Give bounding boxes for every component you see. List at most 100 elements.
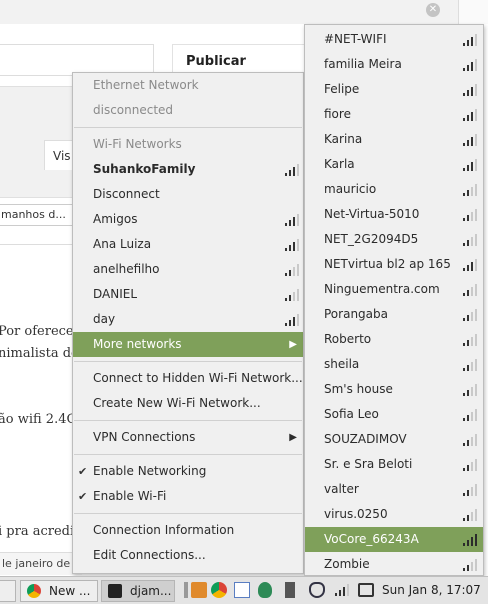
enable-networking-item[interactable]: ✔ Enable Networking <box>73 459 303 484</box>
enable-wifi-label: Enable Wi-Fi <box>93 489 167 503</box>
network-item[interactable]: Ana Luiza <box>73 232 303 257</box>
format-select[interactable]: manhos d... <box>0 204 78 226</box>
connect-hidden-item[interactable]: Connect to Hidden Wi-Fi Network... <box>73 366 303 391</box>
signal-icon <box>285 164 299 176</box>
network-menu: Ethernet Network disconnected Wi-Fi Netw… <box>72 72 304 574</box>
network-item[interactable]: familia Meira <box>305 52 483 77</box>
network-name: SOUZADIMOV <box>324 432 407 446</box>
checkmark-icon: ✔ <box>78 490 88 503</box>
bluetooth-icon[interactable] <box>258 582 272 598</box>
more-networks-label: More networks <box>93 337 182 351</box>
network-name: anelhefilho <box>93 262 160 276</box>
menu-separator <box>74 420 302 421</box>
network-item[interactable]: Amigos <box>73 207 303 232</box>
network-item[interactable]: day <box>73 307 303 332</box>
more-networks-item[interactable]: More networks ▶ <box>73 332 303 357</box>
editor-footer: le janeiro de 2 <box>0 552 82 575</box>
clock[interactable]: Sun Jan 8, 17:07 <box>382 577 481 605</box>
battery-icon[interactable] <box>358 583 374 597</box>
network-name: mauricio <box>324 182 377 196</box>
signal-icon <box>463 434 477 446</box>
network-item[interactable]: DANIEL <box>73 282 303 307</box>
edit-connections-item[interactable]: Edit Connections... <box>73 543 303 568</box>
connected-network-item[interactable]: SuhankoFamily <box>73 157 303 182</box>
network-item[interactable]: anelhefilho <box>73 257 303 282</box>
taskbar-item-browser[interactable]: New ... <box>20 580 98 602</box>
network-name: Karina <box>324 132 363 146</box>
shield-icon[interactable] <box>309 582 325 598</box>
signal-icon <box>463 159 477 171</box>
network-item[interactable]: virus.0250 <box>305 502 483 527</box>
network-signal-icon[interactable] <box>334 582 350 598</box>
dropbox-icon[interactable] <box>234 582 250 598</box>
signal-icon <box>463 59 477 71</box>
photo-app-icon[interactable] <box>191 582 207 598</box>
taskbar-item-label: djam... <box>130 584 172 598</box>
checkmark-icon: ✔ <box>78 465 88 478</box>
network-item[interactable]: fiore <box>305 102 483 127</box>
body-text-line: i pra acredit <box>0 524 80 539</box>
network-item[interactable]: Karina <box>305 127 483 152</box>
network-item[interactable]: SOUZADIMOV <box>305 427 483 452</box>
network-item[interactable]: Zombie <box>305 552 483 577</box>
network-name: valter <box>324 482 359 496</box>
network-item[interactable]: VoCore_66243A <box>305 527 483 552</box>
publish-heading: Publicar <box>186 54 246 69</box>
body-text-line: Por oferecer <box>0 324 80 339</box>
network-item[interactable]: Sm's house <box>305 377 483 402</box>
signal-icon <box>463 459 477 471</box>
network-item[interactable]: Sofia Leo <box>305 402 483 427</box>
network-item[interactable]: Roberto <box>305 327 483 352</box>
divider <box>0 244 76 245</box>
network-name: VoCore_66243A <box>324 532 419 546</box>
signal-icon <box>463 184 477 196</box>
chrome-icon[interactable] <box>211 582 227 598</box>
network-name: Ana Luiza <box>93 237 152 251</box>
usb-icon[interactable] <box>285 582 295 598</box>
signal-icon <box>463 509 477 521</box>
network-name: Sr. e Sra Beloti <box>324 457 413 471</box>
network-name: sheila <box>324 357 360 371</box>
network-item[interactable]: sheila <box>305 352 483 377</box>
enable-wifi-item[interactable]: ✔ Enable Wi-Fi <box>73 484 303 509</box>
connection-info-item[interactable]: Connection Information <box>73 518 303 543</box>
disconnect-item[interactable]: Disconnect <box>73 182 303 207</box>
signal-icon <box>463 109 477 121</box>
menu-separator <box>74 361 302 362</box>
close-icon[interactable]: ✕ <box>426 3 440 17</box>
signal-icon <box>463 84 477 96</box>
network-name: familia Meira <box>324 57 402 71</box>
network-item[interactable]: Ninguementra.com <box>305 277 483 302</box>
signal-icon <box>463 534 477 546</box>
signal-icon <box>463 484 477 496</box>
network-item[interactable]: valter <box>305 477 483 502</box>
separator-handle <box>184 582 188 598</box>
network-item[interactable]: Felipe <box>305 77 483 102</box>
network-item[interactable]: Net-Virtua-5010 <box>305 202 483 227</box>
network-item[interactable]: NET_2G2094D5 <box>305 227 483 252</box>
chevron-right-icon: ▶ <box>289 432 297 443</box>
taskbar-overflow-button[interactable] <box>0 580 16 602</box>
taskbar-item-terminal[interactable]: djam... <box>101 580 175 602</box>
vpn-connections-item[interactable]: VPN Connections ▶ <box>73 425 303 450</box>
signal-icon <box>463 209 477 221</box>
network-name: DANIEL <box>93 287 138 301</box>
network-name: Sm's house <box>324 382 393 396</box>
scrollbar-corner <box>458 0 488 24</box>
network-name: Porangaba <box>324 307 388 321</box>
signal-icon <box>463 359 477 371</box>
network-item[interactable]: Porangaba <box>305 302 483 327</box>
taskbar-item-label: New ... <box>49 584 91 598</box>
network-item[interactable]: Sr. e Sra Beloti <box>305 452 483 477</box>
network-name: Roberto <box>324 332 372 346</box>
network-item[interactable]: Karla <box>305 152 483 177</box>
network-item[interactable]: #NET-WIFI <box>305 27 483 52</box>
body-text-line: nimalista de <box>0 346 79 361</box>
create-network-item[interactable]: Create New Wi-Fi Network... <box>73 391 303 416</box>
signal-icon <box>463 34 477 46</box>
network-item[interactable]: NETvirtua bl2 ap 165 <box>305 252 483 277</box>
network-item[interactable]: mauricio <box>305 177 483 202</box>
signal-icon <box>285 214 299 226</box>
browser-top-bar: ✕ <box>0 0 488 25</box>
signal-icon <box>285 314 299 326</box>
